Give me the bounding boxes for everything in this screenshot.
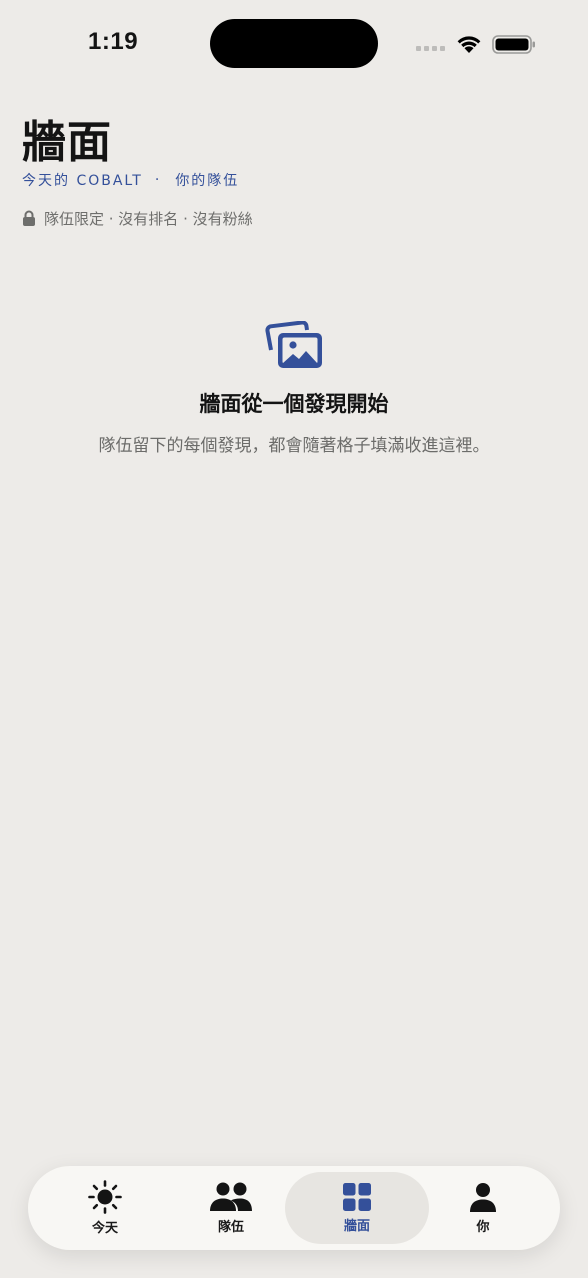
lock-icon [22, 210, 36, 227]
wifi-icon [457, 36, 481, 53]
sun-icon [88, 1180, 122, 1214]
subtitle-today-label: 今天的 COBALT [22, 173, 143, 189]
grid-icon [343, 1183, 371, 1211]
tab-you-label: 你 [476, 1219, 490, 1235]
tab-team[interactable]: 隊伍 [160, 1172, 302, 1244]
person-icon [470, 1182, 496, 1212]
tab-today-label: 今天 [91, 1221, 118, 1236]
tab-team-label: 隊伍 [217, 1220, 244, 1235]
battery-icon [492, 35, 535, 54]
empty-state-description: 隊伍留下的每個發現，都會隨著格子填滿收進這裡。 [98, 436, 490, 456]
subtitle: 今天的 COBALT · 你的隊伍 [22, 170, 239, 190]
subtitle-separator: · [154, 172, 162, 188]
people-icon [210, 1182, 252, 1211]
privacy-note-text: 隊伍限定 · 沒有排名 · 沒有粉絲 [44, 210, 253, 228]
status-time: 1:19 [88, 28, 139, 55]
tab-bar: 今天 隊伍 牆面 你 [28, 1166, 560, 1250]
empty-state-title: 牆面從一個發現開始 [199, 392, 389, 416]
tab-today[interactable]: 今天 [34, 1172, 176, 1244]
cellular-signal-icon [416, 46, 446, 52]
photos-icon [265, 321, 322, 368]
tab-you[interactable]: 你 [412, 1172, 554, 1244]
privacy-note: 隊伍限定 · 沒有排名 · 沒有粉絲 [22, 208, 253, 229]
subtitle-team-label: 你的隊伍 [175, 173, 240, 189]
tab-wall[interactable]: 牆面 [285, 1172, 429, 1244]
page-title: 牆面 [22, 117, 112, 168]
wall-screen: 1:19 牆面 今天的 COBALT · 你的隊伍 隊伍限定 · 沒有排名 · [0, 0, 588, 1278]
tab-wall-label: 牆面 [343, 1219, 370, 1234]
dynamic-island [210, 19, 378, 68]
